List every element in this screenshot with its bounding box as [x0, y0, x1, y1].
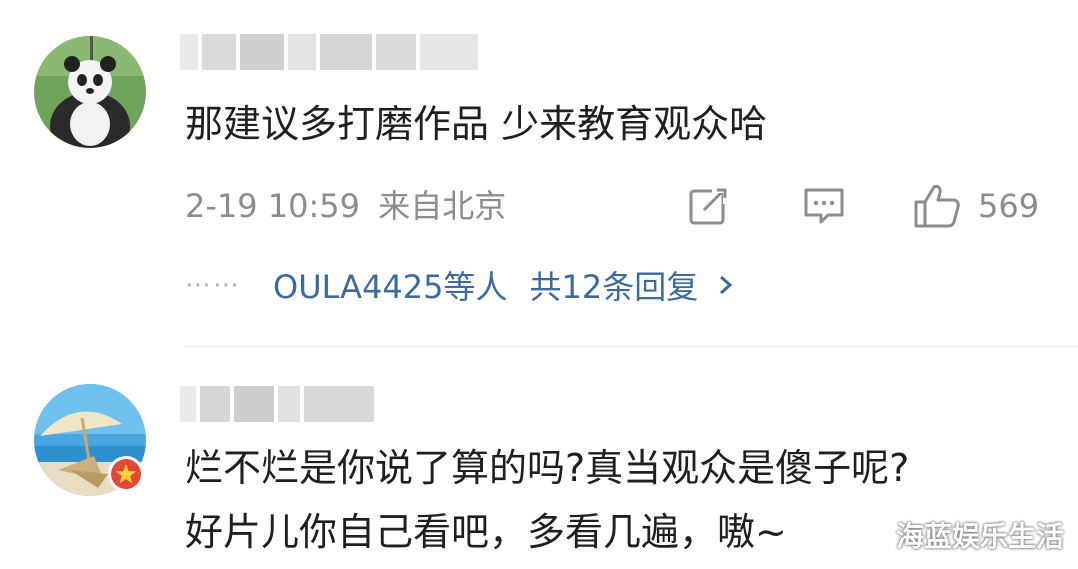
timestamp: 2-19 10:59 [185, 187, 361, 225]
username-blurred[interactable] [180, 34, 480, 70]
comment-time: 2-19 10:59 来自北京 [185, 186, 506, 226]
reply-dots: ⋯⋯ [185, 270, 241, 300]
username-blurred[interactable] [180, 386, 376, 422]
avatar-panda[interactable] [34, 36, 146, 148]
reply-users[interactable]: OULA4425等人 [273, 262, 508, 308]
repost-icon[interactable] [688, 186, 730, 226]
like-icon [914, 184, 960, 228]
comment-icon[interactable] [802, 186, 846, 226]
ip-location: 来自北京 [378, 187, 507, 225]
comment-divider [185, 346, 1078, 347]
reply-summary[interactable]: ⋯⋯ OULA4425等人 共12条回复 [185, 262, 736, 308]
like-button[interactable]: 569 [912, 182, 1052, 230]
comment-text: 那建议多打磨作品 少来教育观众哈 [185, 102, 768, 146]
chevron-right-icon[interactable] [716, 273, 736, 297]
verified-badge-icon [108, 456, 144, 492]
reply-count-link[interactable]: 共12条回复 [530, 262, 699, 308]
watermark: 海蓝娱乐生活 [895, 520, 1064, 553]
like-count: 569 [978, 187, 1040, 225]
comment-text-line-1: 烂不烂是你说了算的吗?真当观众是傻子呢? [185, 446, 910, 490]
comment-text-line-2: 好片儿你自己看吧，多看几遍，嗷~ [185, 510, 787, 554]
